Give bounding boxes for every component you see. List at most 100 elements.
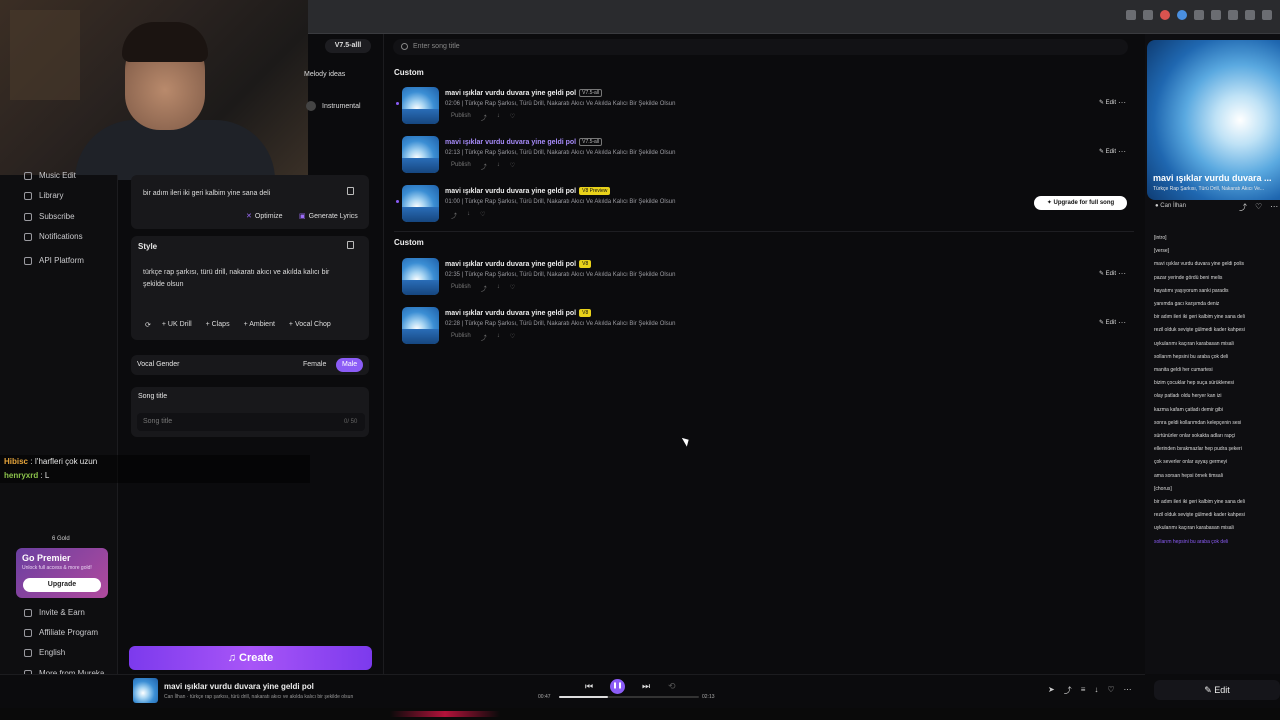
song-thumbnail[interactable] [402, 185, 439, 222]
download-icon[interactable]: ↓ [497, 333, 500, 342]
song-title[interactable]: mavi ışıklar vurdu duvara yine geldi pol… [445, 187, 611, 195]
translate-icon[interactable] [1126, 10, 1136, 20]
song-title-input[interactable]: Song title [137, 413, 365, 431]
song-search-input[interactable]: Enter song title [393, 39, 1128, 55]
melody-ideas-button[interactable]: Melody ideas [304, 71, 345, 78]
publish-button[interactable]: Publish [451, 162, 471, 171]
edit-button[interactable]: ✎ Edit [1099, 319, 1116, 326]
player-thumbnail[interactable] [133, 678, 158, 703]
lyrics-text[interactable]: bir adım ileri iki geri kalbim yine sana… [143, 190, 270, 197]
next-icon[interactable]: ⏭ [642, 681, 650, 692]
song-title[interactable]: mavi ışıklar vurdu duvara yine geldi pol… [445, 309, 592, 317]
song-thumbnail[interactable] [402, 258, 439, 295]
lyrics-box[interactable] [131, 175, 369, 229]
more-icon[interactable]: ⋯ [1118, 269, 1126, 278]
optimize-button[interactable]: ✕ Optimize [246, 212, 283, 220]
previous-icon[interactable]: ⏮ [585, 681, 593, 692]
song-thumbnail[interactable] [402, 87, 439, 124]
heart-icon[interactable]: ♡ [1255, 202, 1262, 213]
repeat-icon[interactable]: ⟲ [668, 681, 676, 692]
style-text[interactable]: türkçe rap şarkısı, türü drill, nakaratı… [143, 267, 353, 291]
more-icon[interactable]: ⋯ [1118, 147, 1126, 156]
song-thumbnail[interactable] [402, 136, 439, 173]
sidebar-item-subscribe[interactable]: Subscribe [24, 212, 75, 221]
song-row[interactable]: mavi ışıklar vurdu duvara yine geldi pol… [394, 185, 1134, 231]
trash-icon[interactable] [347, 241, 354, 249]
tag-vocal-chop[interactable]: + Vocal Chop [286, 320, 334, 329]
tag-claps[interactable]: + Claps [203, 320, 233, 329]
edit-button[interactable]: ✎ Edit [1099, 99, 1116, 106]
heart-icon[interactable]: ♡ [510, 284, 515, 293]
puzzle-icon[interactable] [1228, 10, 1238, 20]
song-title[interactable]: mavi ışıklar vurdu duvara yine geldi pol… [445, 138, 603, 146]
song-row[interactable]: mavi ışıklar vurdu duvara yine geldi pol… [394, 87, 1134, 133]
detail-edit-button[interactable]: ✎ Edit [1154, 680, 1280, 700]
browser-extension-icons[interactable] [1126, 10, 1272, 20]
sidebar-item-library[interactable]: Library [24, 191, 63, 200]
heart-icon[interactable]: ♡ [510, 333, 515, 342]
download-icon[interactable]: ↓ [467, 211, 470, 220]
extension-icon[interactable] [1211, 10, 1221, 20]
list-icon[interactable]: ≡ [1081, 685, 1086, 696]
share-icon[interactable]: ⤴ [1239, 202, 1247, 213]
pause-button[interactable]: ❚❚ [610, 679, 625, 694]
share-icon[interactable]: ⤴ [481, 333, 487, 342]
tag-uk-drill[interactable]: + UK Drill [159, 320, 195, 329]
song-thumbnail[interactable] [402, 307, 439, 344]
heart-icon[interactable]: ♡ [510, 113, 515, 122]
trash-icon[interactable] [347, 187, 354, 195]
send-icon[interactable]: ➤ [1048, 685, 1055, 696]
instrumental-toggle[interactable]: Instrumental [306, 101, 361, 111]
sidebar-item-language[interactable]: English [24, 648, 65, 657]
heart-icon[interactable]: ♡ [480, 211, 485, 220]
song-row[interactable]: mavi ışıklar vurdu duvara yine geldi pol… [394, 258, 1134, 304]
more-icon[interactable]: ⋯ [1118, 318, 1126, 327]
tag-ambient[interactable]: + Ambient [241, 320, 278, 329]
edit-button[interactable]: ✎ Edit [1099, 148, 1116, 155]
extension-icon[interactable] [1194, 10, 1204, 20]
female-button[interactable]: Female [297, 358, 332, 372]
menu-icon[interactable] [1262, 10, 1272, 20]
toggle-switch[interactable] [306, 101, 316, 111]
sidebar-item-api-platform[interactable]: API Platform [24, 256, 84, 265]
refresh-icon[interactable]: ⟳ [145, 321, 151, 329]
edit-button[interactable]: ✎ Edit [1099, 270, 1116, 277]
profile-icon[interactable] [1245, 10, 1255, 20]
share-icon[interactable]: ⤴ [481, 162, 487, 171]
song-title[interactable]: mavi ışıklar vurdu duvara yine geldi pol… [445, 89, 603, 97]
more-icon[interactable]: ⋯ [1124, 685, 1132, 696]
generate-lyrics-button[interactable]: ▣ Generate Lyrics [299, 212, 358, 220]
song-title[interactable]: mavi ışıklar vurdu duvara yine geldi pol… [445, 260, 592, 268]
sidebar-item-invite[interactable]: Invite & Earn [24, 608, 85, 617]
author[interactable]: ● Can İlhan [1155, 203, 1186, 209]
extension-icon[interactable] [1177, 10, 1187, 20]
star-icon[interactable] [1143, 10, 1153, 20]
download-icon[interactable]: ↓ [1094, 685, 1098, 696]
sidebar-item-affiliate[interactable]: Affiliate Program [24, 628, 98, 637]
upgrade-full-song-button[interactable]: ✦ Upgrade for full song [1034, 196, 1127, 210]
share-icon[interactable]: ⤴ [1064, 685, 1072, 696]
song-row[interactable]: mavi ışıklar vurdu duvara yine geldi pol… [394, 136, 1134, 182]
heart-icon[interactable]: ♡ [1107, 685, 1114, 696]
extension-icon[interactable] [1160, 10, 1170, 20]
share-icon[interactable]: ⤴ [481, 113, 487, 122]
publish-button[interactable]: Publish [451, 113, 471, 122]
upgrade-button[interactable]: Upgrade [23, 578, 101, 592]
publish-button[interactable]: Publish [451, 284, 471, 293]
player-title[interactable]: mavi ışıklar vurdu duvara yine geldi pol [164, 682, 314, 691]
heart-icon[interactable]: ♡ [510, 162, 515, 171]
sidebar-item-notifications[interactable]: Notifications [24, 232, 83, 241]
share-icon[interactable]: ⤴ [451, 211, 457, 220]
download-icon[interactable]: ↓ [497, 113, 500, 122]
song-row[interactable]: mavi ışıklar vurdu duvara yine geldi pol… [394, 307, 1134, 353]
share-icon[interactable]: ⤴ [481, 284, 487, 293]
sidebar-item-music-edit[interactable]: Music Edit [24, 171, 76, 180]
publish-button[interactable]: Publish [451, 333, 471, 342]
download-icon[interactable]: ↓ [497, 162, 500, 171]
download-icon[interactable]: ↓ [497, 284, 500, 293]
male-button[interactable]: Male [336, 358, 364, 372]
create-button[interactable]: ♫ Create [129, 646, 372, 670]
more-icon[interactable]: ⋯ [1270, 202, 1278, 213]
progress-bar[interactable] [559, 696, 699, 698]
model-selector[interactable]: V7.5-alll [325, 39, 371, 53]
